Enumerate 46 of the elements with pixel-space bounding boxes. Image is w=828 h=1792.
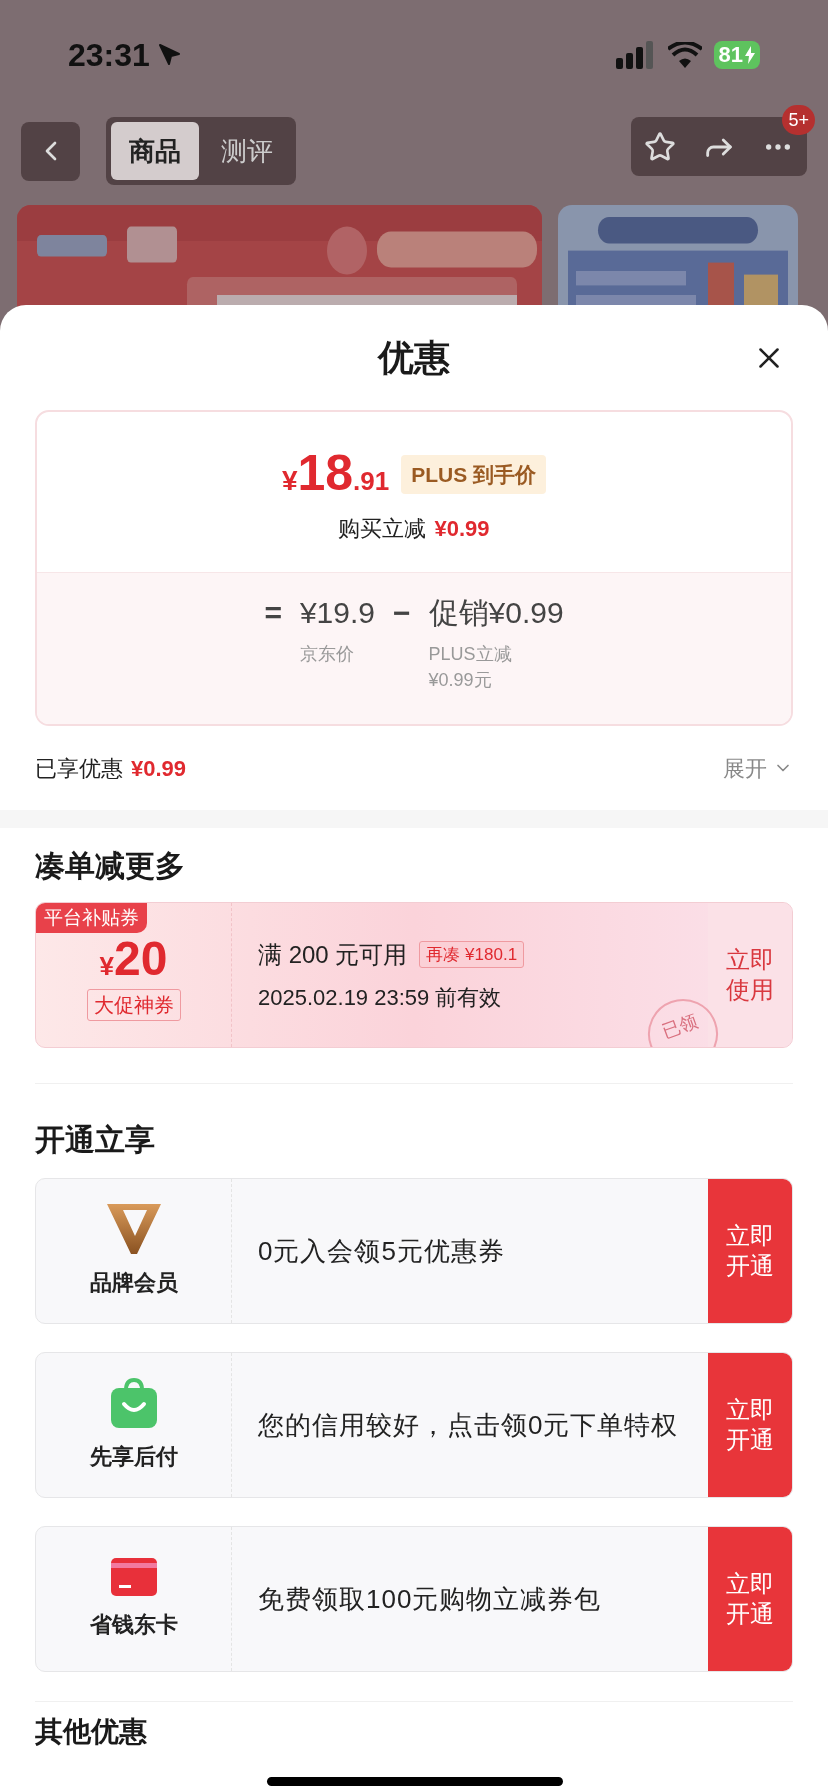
tab[interactable]: 商品 [111,122,199,180]
saved-label: 已享优惠 [35,754,123,783]
coupon-condition: 满 200 元可用 [258,939,408,970]
card-icon [110,1557,157,1596]
membership-name: 先享后付 [89,1442,178,1471]
shopping-bag-icon [110,1377,157,1428]
activate-button[interactable]: 立即开通 [708,1353,792,1497]
membership-offer: 您的信用较好，点击领0元下单特权 [258,1409,679,1442]
use-coupon-button[interactable]: 立即使用 [708,903,792,1047]
base-price-caption: 京东价 [299,643,355,666]
location-arrow-icon [157,43,182,67]
remaining-tag: 再凑 ¥180.1 [419,940,525,969]
notification-badge: 5+ [782,105,815,135]
minus-sign: − [393,595,411,631]
coupon-amount: ¥20 [99,935,168,983]
activate-button[interactable]: 立即开通 [708,1179,792,1323]
battery-indicator: 81 [713,41,760,69]
membership-offer: 免费领取100元购物立减券包 [258,1583,602,1616]
coupon-ribbon: 平台补贴券 [36,903,147,933]
promo-price: 促销¥0.99 [428,595,564,631]
discount-amount: ¥0.99 [434,515,490,543]
wifi-icon [667,42,702,68]
section-heading: 开通立享 [35,1121,155,1158]
signal-icon [615,41,656,69]
back-button[interactable] [21,121,80,181]
base-price: ¥19.9 [299,595,375,631]
v-logo-icon [106,1203,161,1254]
saved-amount: ¥0.99 [131,754,187,783]
clock: 23:31 [68,36,150,75]
expand-button[interactable]: 展开 [723,751,793,785]
activate-button[interactable]: 立即开通 [708,1527,792,1671]
discount-label: 购买立减 [338,515,427,543]
section-heading: 凑单减更多 [35,847,185,884]
section-heading: 其他优惠 [35,1716,147,1747]
tab[interactable]: 测评 [203,122,291,180]
coupon-validity: 2025.02.19 23:59 前有效 [258,983,503,1012]
membership-name: 省钱东卡 [89,1610,178,1639]
equals-sign: = [264,595,282,631]
coupon-tag: 大促神券 [86,989,181,1021]
promo-caption: PLUS立减¥0.99元 [428,643,513,692]
sheet-title: 优惠 [378,335,450,380]
final-price: ¥18.91 [281,448,390,498]
membership-name: 品牌会员 [89,1268,178,1297]
membership-offer: 0元入会领5元优惠券 [258,1235,505,1268]
star-icon[interactable] [644,130,676,163]
price-tag: PLUS 到手价 [401,454,547,494]
